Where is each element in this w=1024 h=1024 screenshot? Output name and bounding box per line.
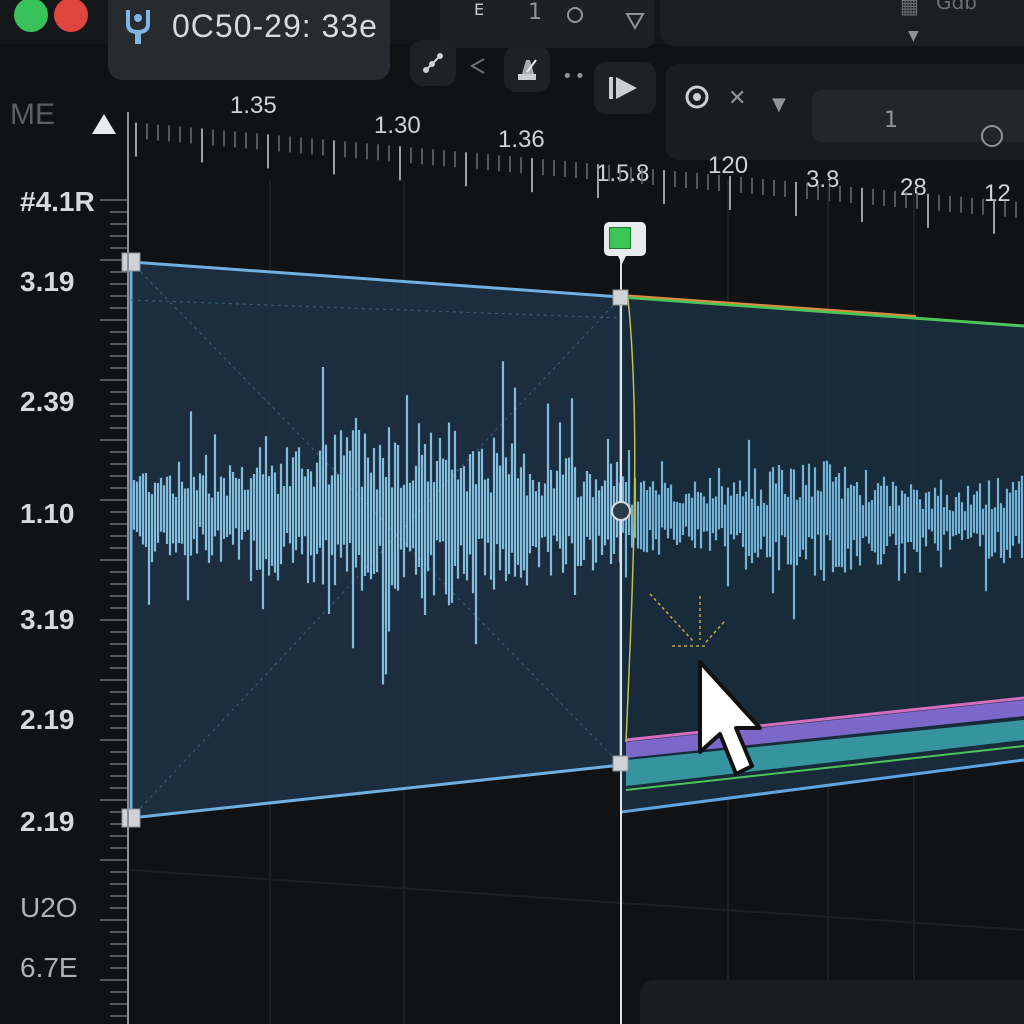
- marker-green-square: [609, 227, 631, 249]
- marker-flag[interactable]: [604, 222, 646, 264]
- playhead-handle[interactable]: [611, 501, 631, 521]
- bottom-scrollbar[interactable]: [640, 980, 1024, 1024]
- ruler-ticks: [135, 122, 1017, 234]
- marker-tail: [616, 252, 628, 264]
- scale-ticks: [100, 199, 128, 1017]
- timeline-canvas[interactable]: [0, 0, 1024, 1024]
- mouse-pointer-icon: [698, 660, 762, 776]
- daw-editor: 0C50-29: 33e E 1 ▦ Gdb ▼ •• ✕ ▼ 1 ME 1.3…: [0, 0, 1024, 1024]
